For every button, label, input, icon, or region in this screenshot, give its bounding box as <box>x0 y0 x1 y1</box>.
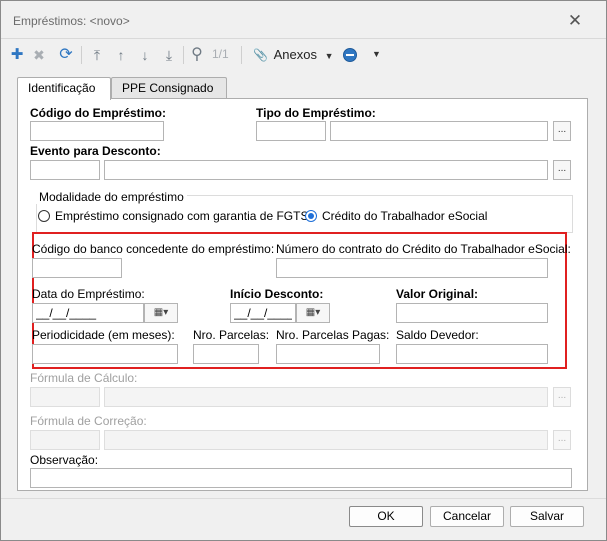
formula-correcao-code-input <box>30 430 100 450</box>
saldo-devedor-label: Saldo Devedor: <box>396 328 479 342</box>
refresh-icon[interactable]: ⟳ <box>55 44 77 66</box>
toolbar-separator <box>81 46 82 64</box>
modalidade-title: Modalidade do empréstimo <box>36 190 187 204</box>
save-button[interactable]: Salvar <box>510 506 584 527</box>
settings-toggle-icon[interactable] <box>343 48 357 62</box>
radio-fgts-label[interactable]: Empréstimo consignado com garantia de FG… <box>55 209 308 223</box>
chevron-down-icon: ▼ <box>324 51 334 61</box>
valor-original-input[interactable] <box>396 303 548 323</box>
identification-panel: Código do Empréstimo: Tipo do Empréstimo… <box>17 98 588 491</box>
saldo-devedor-input[interactable] <box>396 344 548 364</box>
tipo-emprestimo-lookup-button[interactable]: ... <box>553 121 571 141</box>
inicio-desconto-calendar-icon[interactable]: ▦▾ <box>296 303 330 323</box>
page-counter: 1/1 <box>212 47 229 61</box>
evento-desconto-description-input[interactable] <box>104 160 548 180</box>
evento-desconto-lookup-button[interactable]: ... <box>553 160 571 180</box>
ok-button[interactable]: OK <box>349 506 423 527</box>
tab-identificacao[interactable]: Identificação <box>17 77 111 100</box>
periodicidade-label: Periodicidade (em meses): <box>32 328 175 342</box>
attachments-button[interactable]: 📎 Anexos ▼ <box>253 45 334 65</box>
numero-contrato-input[interactable] <box>276 258 548 278</box>
toolbar-separator <box>183 46 184 64</box>
data-emprestimo-label: Data do Empréstimo: <box>32 287 145 301</box>
codigo-banco-label: Código do banco concedente do empréstimo… <box>32 242 275 256</box>
toolbar: ✚ ✖ ⟳ ⤒ ↑ ↓ ⤓ ⚲ 1/1 📎 Anexos ▼ ▼ <box>1 40 606 70</box>
inicio-desconto-input[interactable] <box>230 303 296 323</box>
evento-desconto-code-input[interactable] <box>30 160 100 180</box>
observacao-input[interactable] <box>30 468 572 488</box>
chevron-down-icon[interactable]: ▼ <box>372 49 381 59</box>
evento-desconto-label: Evento para Desconto: <box>30 144 161 158</box>
nro-parcelas-pagas-input[interactable] <box>276 344 380 364</box>
tipo-emprestimo-description-input[interactable] <box>330 121 548 141</box>
formula-calculo-label: Fórmula de Cálculo: <box>30 371 138 385</box>
title-bar: Empréstimos: <novo> ✕ <box>1 1 606 39</box>
toolbar-separator <box>241 46 242 64</box>
nro-parcelas-label: Nro. Parcelas: <box>193 328 270 342</box>
nro-parcelas-input[interactable] <box>193 344 259 364</box>
formula-calculo-code-input <box>30 387 100 407</box>
delete-icon[interactable]: ✖ <box>29 44 49 66</box>
formula-correcao-description-input <box>104 430 548 450</box>
periodicidade-input[interactable] <box>32 344 178 364</box>
attachments-label: Anexos <box>273 47 317 62</box>
tipo-emprestimo-code-input[interactable] <box>256 121 326 141</box>
cancel-button[interactable]: Cancelar <box>430 506 504 527</box>
formula-calculo-description-input <box>104 387 548 407</box>
formula-correcao-lookup-button: ... <box>553 430 571 450</box>
nro-parcelas-pagas-label: Nro. Parcelas Pagas: <box>276 328 390 342</box>
radio-credito-trabalhador[interactable] <box>305 210 317 222</box>
search-icon[interactable]: ⚲ <box>187 44 207 66</box>
tipo-emprestimo-label: Tipo do Empréstimo: <box>256 106 376 120</box>
previous-record-icon[interactable]: ↑ <box>111 44 131 66</box>
next-record-icon[interactable]: ↓ <box>135 44 155 66</box>
inicio-desconto-label: Início Desconto: <box>230 287 324 301</box>
observacao-label: Observação: <box>30 453 99 467</box>
dialog-window: Empréstimos: <novo> ✕ ✚ ✖ ⟳ ⤒ ↑ ↓ ⤓ ⚲ 1/… <box>0 0 607 541</box>
add-icon[interactable]: ✚ <box>7 44 27 66</box>
formula-calculo-lookup-button: ... <box>553 387 571 407</box>
radio-fgts[interactable] <box>38 210 50 222</box>
codigo-banco-input[interactable] <box>32 258 122 278</box>
window-title: Empréstimos: <novo> <box>13 14 130 28</box>
data-emprestimo-calendar-icon[interactable]: ▦▾ <box>144 303 178 323</box>
last-record-icon[interactable]: ⤓ <box>159 44 179 66</box>
codigo-emprestimo-input[interactable] <box>30 121 164 141</box>
close-icon[interactable]: ✕ <box>563 11 587 31</box>
numero-contrato-label: Número do contrato do Crédito do Trabalh… <box>276 242 571 256</box>
tab-ppe-consignado[interactable]: PPE Consignado <box>111 77 227 99</box>
paperclip-icon: 📎 <box>253 48 268 62</box>
data-emprestimo-input[interactable] <box>32 303 144 323</box>
first-record-icon[interactable]: ⤒ <box>87 44 107 66</box>
valor-original-label: Valor Original: <box>396 287 479 301</box>
footer-divider <box>1 498 606 499</box>
codigo-emprestimo-label: Código do Empréstimo: <box>30 106 166 120</box>
formula-correcao-label: Fórmula de Correção: <box>30 414 147 428</box>
radio-credito-trabalhador-label[interactable]: Crédito do Trabalhador eSocial <box>322 209 487 223</box>
